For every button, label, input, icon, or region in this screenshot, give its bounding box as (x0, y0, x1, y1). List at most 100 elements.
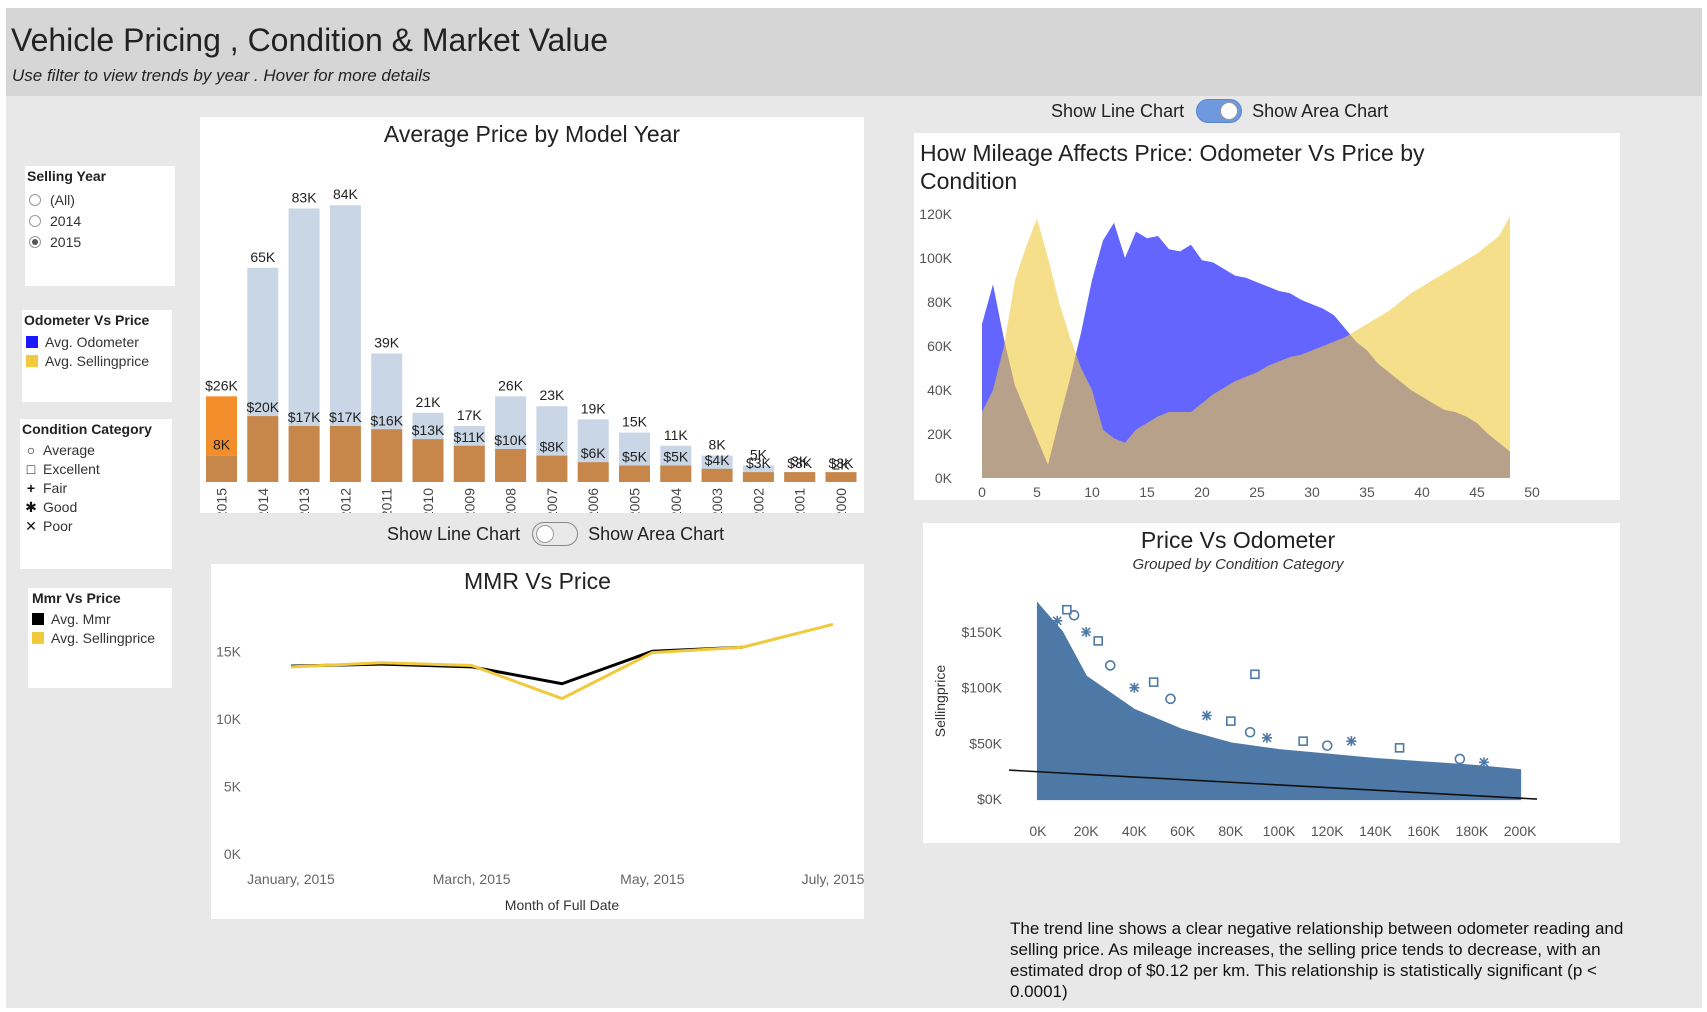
scatter-point (1250, 669, 1260, 680)
legend-item-label: Avg. Sellingprice (45, 353, 150, 369)
bar-data-label: $5K (622, 449, 648, 465)
asterisk-icon: ✱ (25, 499, 37, 515)
bar-data-label: 17K (457, 407, 483, 423)
square-icon: □ (26, 461, 36, 477)
bar-segment (206, 455, 237, 482)
legend-item-avg-odometer[interactable]: Avg. Odometer (26, 334, 139, 350)
bar-segment (742, 472, 774, 482)
x-tick-label: 35 (1359, 484, 1375, 500)
bar-segment (288, 425, 320, 482)
toggle-switch[interactable] (1196, 99, 1243, 123)
bar-data-label: 84K (333, 186, 359, 202)
legend-item-label: Avg. Mmr (51, 611, 111, 627)
x-tick-label: 2004 (668, 488, 684, 513)
scatter-point (1478, 757, 1489, 768)
x-tick-label: 2015 (214, 488, 230, 513)
x-tick-label: January, 2015 (247, 871, 335, 887)
x-tick-label: 45 (1469, 484, 1485, 500)
scatter-point (1052, 615, 1063, 626)
x-tick-label: 2014 (255, 488, 271, 513)
bar-data-label: 83K (292, 189, 318, 205)
toggle-knob (1220, 102, 1239, 120)
bar-data-label: $6K (581, 445, 607, 461)
dashboard-subtitle: Use filter to view trends by year . Hove… (12, 66, 431, 85)
selling-year-option-2014[interactable]: 2014 (29, 213, 81, 229)
x-tick-label: May, 2015 (620, 871, 685, 887)
legend-item-fair[interactable]: + Fair (24, 480, 67, 496)
x-axis-label: Month of Full Date (505, 897, 620, 913)
dashboard-title: Vehicle Pricing , Condition & Market Val… (11, 22, 609, 58)
bar-chart-canvas: $26K 8K 2015 65K $20K 2014 83K $17K 2013 84K $17K 2… (205, 186, 857, 513)
y-tick-label: 40K (927, 382, 953, 398)
bar-data-label: $17K (329, 409, 362, 425)
bar-data-label: $4K (705, 452, 731, 468)
y-tick-label: $100K (962, 680, 1003, 696)
bar-data-label: $8K (539, 439, 565, 455)
x-tick-label: July, 2015 (802, 871, 864, 887)
scatter-point (1081, 626, 1092, 637)
legend-item-good[interactable]: ✱ Good (24, 499, 77, 515)
legend-item-average[interactable]: ○ Average (24, 442, 95, 458)
legend-item-label: Excellent (43, 461, 100, 477)
x-tick-label: 2009 (461, 488, 477, 513)
x-tick-label: 2007 (544, 488, 560, 513)
y-tick-label: 10K (216, 711, 242, 727)
scatter-point (1321, 740, 1333, 751)
scatter-point (1093, 636, 1104, 646)
scatter-point (1261, 732, 1272, 743)
selling-year-option-2015[interactable]: 2015 (29, 234, 81, 250)
selling-year-filter-title: Selling Year (27, 168, 107, 184)
legend-item-avg-mmr[interactable]: Avg. Mmr (32, 611, 111, 627)
radio-button-selected[interactable] (29, 236, 41, 248)
legend-item-avg-sellingprice[interactable]: Avg. Sellingprice (26, 353, 149, 369)
radio-button[interactable] (29, 215, 41, 227)
x-tick-label: 0K (1029, 823, 1047, 839)
scatter-point (1165, 693, 1176, 705)
bar-data-label: $17K (288, 409, 321, 425)
legend-item-excellent[interactable]: □ Excellent (24, 461, 100, 477)
x-tick-label: 10 (1084, 484, 1100, 500)
toggle-switch[interactable] (532, 522, 579, 546)
selling-year-option-all[interactable]: (All) (29, 192, 75, 208)
toggle-right-label: Show Area Chart (588, 523, 725, 544)
scatter-point (1346, 736, 1357, 747)
plus-icon: + (26, 480, 36, 496)
bar-data-label: 65K (250, 249, 276, 265)
dashboard-header: Vehicle Pricing , Condition & Market Val… (6, 8, 1702, 96)
color-swatch (32, 613, 44, 625)
radio-button[interactable] (29, 194, 41, 206)
scatter-point (1298, 736, 1308, 746)
bar-data-label: 19K (581, 400, 607, 416)
bar-data-label: 39K (374, 334, 400, 350)
toggle-left-label: Show Line Chart (387, 523, 521, 544)
scatter-point (1226, 716, 1236, 726)
area-chart-canvas: 0K 20K 40K 60K 80K 100K 120K 0 5 10 15 20 25 30 35 40 45… (919, 206, 1540, 500)
legend-item-poor[interactable]: ✕ Poor (24, 518, 72, 534)
x-tick-label: 140K (1359, 823, 1392, 839)
circle-icon: ○ (26, 442, 36, 458)
x-tick-label: 2003 (709, 488, 725, 513)
mmr-chart-type-toggle: Show Line Chart Show Area Chart (387, 522, 724, 546)
selling-year-option-label: 2014 (50, 213, 82, 229)
bar-data-label: $20K (246, 399, 279, 415)
x-tick-label: 40K (1122, 823, 1148, 839)
selling-year-option-label: 2015 (50, 234, 82, 250)
x-tick-label: 20 (1194, 484, 1210, 500)
x-tick-label: 2012 (337, 488, 353, 513)
y-tick-label: 100K (919, 250, 952, 266)
x-tick-label: 2002 (750, 488, 766, 513)
legend-item-avg-sellingprice[interactable]: Avg. Sellingprice (32, 630, 155, 646)
bar-data-label: $3K (787, 455, 813, 471)
bar-data-label: 8K (213, 437, 231, 453)
legend-item-label: Avg. Sellingprice (51, 630, 156, 646)
selling-year-option-label: (All) (50, 192, 75, 208)
scatter-point (1068, 609, 1080, 621)
mmr-price-legend-title: Mmr Vs Price (32, 590, 121, 606)
x-tick-label: 40 (1414, 484, 1430, 500)
bar-data-label: 8K (709, 437, 727, 453)
y-tick-label: 5K (224, 778, 242, 794)
y-tick-label: 80K (927, 294, 953, 310)
scatter-point (1454, 753, 1466, 765)
condition-category-legend: Condition Category ○ Average □ Excellent… (20, 419, 172, 569)
y-tick-label: $150K (962, 624, 1003, 640)
